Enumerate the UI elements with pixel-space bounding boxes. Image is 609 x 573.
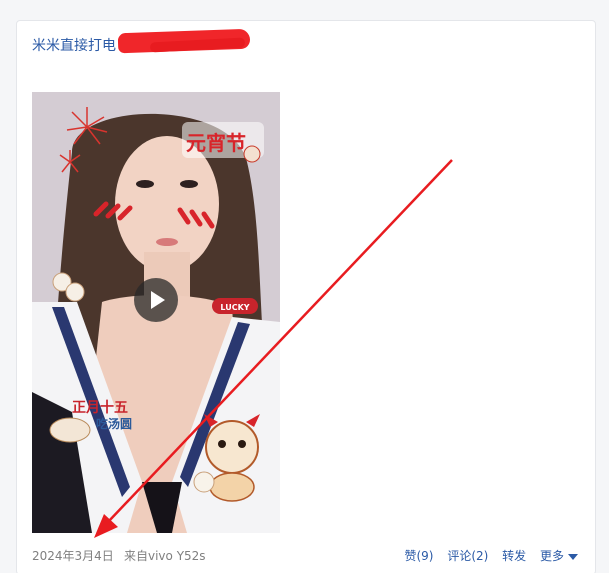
post-title-link[interactable]: 米米直接打电 xyxy=(32,35,116,55)
sticker-line1-text: 正月十五 xyxy=(72,399,128,416)
post-footer: 2024年3月4日 来自vivo Y52s 赞(9) 评论(2) 转发 更多 xyxy=(32,547,584,567)
play-button[interactable] xyxy=(134,278,178,322)
more-button[interactable]: 更多 xyxy=(540,549,578,563)
share-button[interactable]: 转发 xyxy=(502,549,526,563)
sticker-lucky-text: LUCKY xyxy=(220,303,249,312)
video-thumbnail[interactable]: 元宵节 LUCKY 正月十五 吃汤圆 xyxy=(32,92,280,533)
sticker-line2-text: 吃汤圆 xyxy=(96,416,132,431)
post-date[interactable]: 2024年3月4日 xyxy=(32,547,114,564)
chevron-down-icon xyxy=(568,553,578,560)
post-source: 来自vivo Y52s xyxy=(124,549,206,563)
like-button[interactable]: 赞(9) xyxy=(404,549,433,563)
comment-button[interactable]: 评论(2) xyxy=(447,549,488,563)
page: 米米直接打电 元宵节 LUCKY 正月十五 吃汤圆 2024年3月4日 来自vi… xyxy=(0,0,609,573)
post-actions: 赞(9) 评论(2) 转发 更多 xyxy=(394,547,578,564)
more-label: 更多 xyxy=(539,549,564,563)
sticker-festival-text: 元宵节 xyxy=(186,131,246,155)
